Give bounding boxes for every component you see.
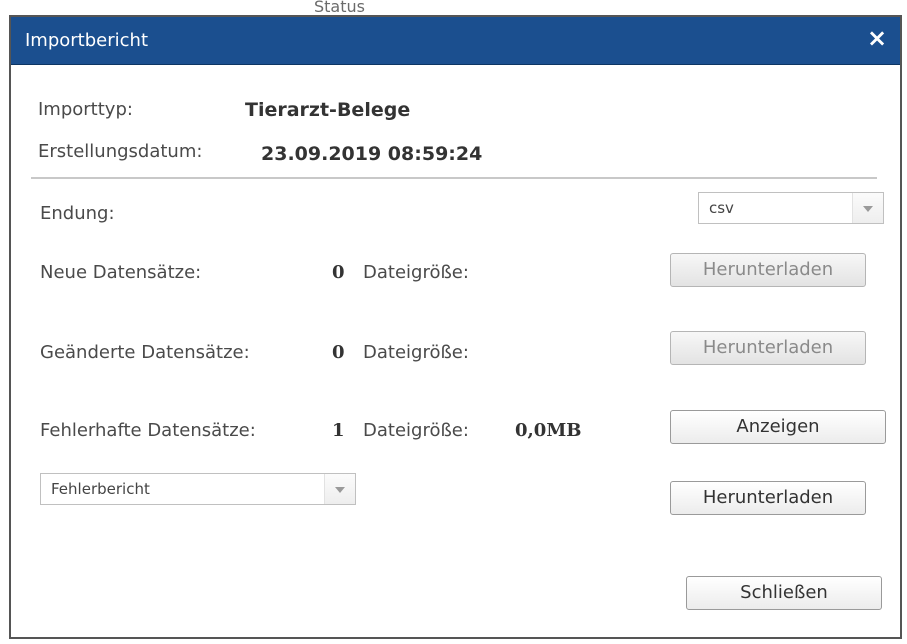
changed-records-size-label: Dateigröße: xyxy=(363,342,469,363)
created-label: Erstellungsdatum: xyxy=(38,141,203,162)
report-type-select-value: Fehlerbericht xyxy=(51,480,150,498)
import-report-dialog: Importbericht × Importtyp: Tierarzt-Bele… xyxy=(9,15,902,639)
faulty-records-count: 1 xyxy=(332,420,345,441)
changed-records-label: Geänderte Datensätze: xyxy=(40,342,250,363)
divider xyxy=(31,177,877,179)
import-type-value: Tierarzt-Belege xyxy=(245,99,411,121)
chevron-down-icon xyxy=(852,193,883,223)
report-download-button[interactable]: Herunterladen xyxy=(670,481,866,515)
new-records-label: Neue Datensätze: xyxy=(40,262,202,283)
background-text: Status xyxy=(314,0,365,14)
show-errors-button[interactable]: Anzeigen xyxy=(670,410,886,444)
chevron-down-icon xyxy=(324,474,355,504)
close-icon[interactable]: × xyxy=(866,26,888,50)
import-type-label: Importtyp: xyxy=(38,99,133,120)
new-records-count: 0 xyxy=(332,262,345,283)
faulty-records-label: Fehlerhafte Datensätze: xyxy=(40,420,256,441)
created-value: 23.09.2019 08:59:24 xyxy=(261,143,483,165)
changed-records-count: 0 xyxy=(332,342,345,363)
faulty-records-size-value: 0,0MB xyxy=(515,420,582,441)
changed-records-download-button[interactable]: Herunterladen xyxy=(670,331,866,365)
extension-label: Endung: xyxy=(40,203,115,224)
new-records-size-label: Dateigröße: xyxy=(363,262,469,283)
dialog-titlebar: Importbericht × xyxy=(11,17,900,65)
close-dialog-button[interactable]: Schließen xyxy=(686,576,882,610)
extension-select[interactable]: csv xyxy=(698,192,884,224)
faulty-records-size-label: Dateigröße: xyxy=(363,420,469,441)
report-type-select[interactable]: Fehlerbericht xyxy=(40,473,356,505)
dialog-title: Importbericht xyxy=(25,30,149,51)
extension-select-value: csv xyxy=(709,199,734,217)
new-records-download-button[interactable]: Herunterladen xyxy=(670,253,866,287)
